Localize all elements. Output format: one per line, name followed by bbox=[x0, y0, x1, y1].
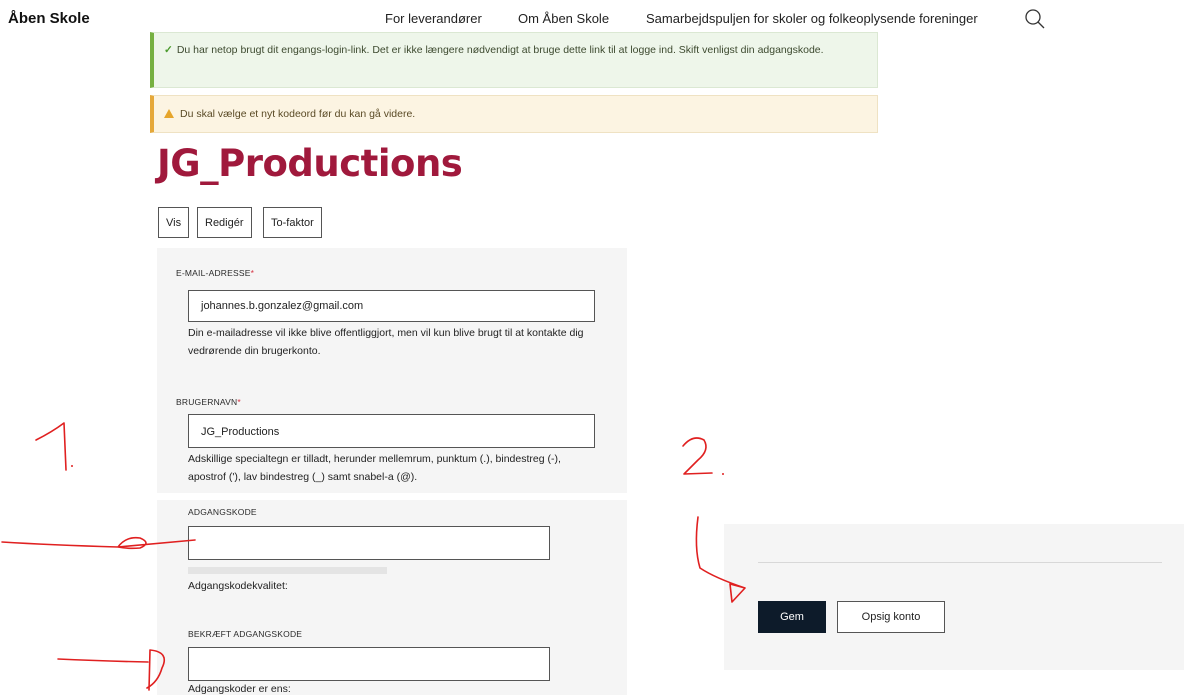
email-help: Din e-mailadresse vil ikke blive offentl… bbox=[188, 327, 584, 357]
nav-link-pool[interactable]: Samarbejdspuljen for skoler og folkeoply… bbox=[646, 11, 978, 26]
search-icon[interactable] bbox=[1024, 8, 1046, 30]
annotation-two-digit bbox=[682, 437, 713, 475]
email-label: E-MAIL-ADRESSE* bbox=[176, 268, 255, 278]
warning-message-text: Du skal vælge et nyt kodeord før du kan … bbox=[180, 108, 416, 120]
annotation-one-dot bbox=[71, 465, 73, 467]
checkmark-icon: ✓ bbox=[164, 44, 173, 56]
password-label: ADGANGSKODE bbox=[188, 507, 257, 517]
password-strength-label: Adgangskodekvalitet: bbox=[188, 580, 288, 592]
page-title: JG_Productions bbox=[157, 142, 463, 185]
warning-message: Du skal vælge et nyt kodeord før du kan … bbox=[150, 95, 878, 133]
confirm-password-field[interactable] bbox=[188, 647, 550, 681]
nav-link-about[interactable]: Om Åben Skole bbox=[518, 11, 609, 26]
cancel-account-button[interactable]: Opsig konto bbox=[837, 601, 945, 633]
password-strength-bar bbox=[188, 567, 387, 574]
tab-view[interactable]: Vis bbox=[158, 207, 190, 238]
password-field[interactable] bbox=[188, 526, 550, 560]
annotation-two-dot bbox=[722, 473, 724, 475]
status-message: ✓ Du har netop brugt dit engangs-login-li… bbox=[150, 32, 878, 88]
warning-icon bbox=[164, 109, 174, 118]
status-message-text: Du har netop brugt dit engangs-login-lin… bbox=[176, 44, 824, 56]
site-logo[interactable]: Åben Skole bbox=[8, 10, 90, 27]
annotation-arrow-confirm bbox=[57, 649, 166, 691]
actions-panel bbox=[724, 524, 1184, 670]
nav-link-suppliers[interactable]: For leverandører bbox=[385, 11, 482, 26]
annotation-one-digit bbox=[35, 422, 67, 471]
username-field[interactable]: JG_Productions bbox=[188, 414, 595, 448]
password-match-label: Adgangskoder er ens: bbox=[188, 683, 291, 695]
username-help: Adskillige specialtegn er tilladt, herun… bbox=[188, 453, 561, 483]
username-label: BRUGERNAVN* bbox=[176, 397, 241, 407]
save-button[interactable]: Gem bbox=[758, 601, 826, 633]
tab-two-factor[interactable]: To-faktor bbox=[263, 207, 322, 238]
tab-edit[interactable]: Redigér bbox=[197, 207, 252, 238]
actions-divider bbox=[758, 562, 1162, 563]
email-field[interactable]: johannes.b.gonzalez@gmail.com bbox=[188, 290, 595, 322]
confirm-password-label: BEKRÆFT ADGANGSKODE bbox=[188, 629, 303, 639]
